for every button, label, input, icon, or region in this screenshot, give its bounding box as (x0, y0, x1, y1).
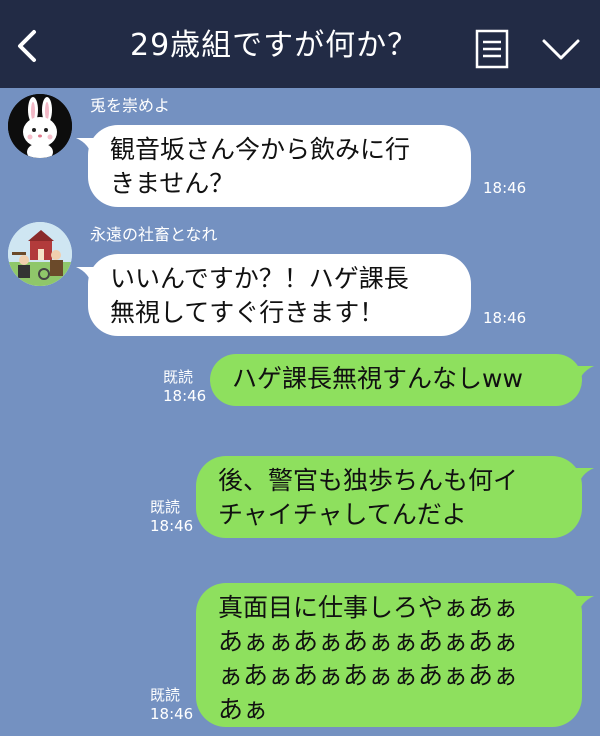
message-line: いいんですか？！ハゲ課長 (110, 264, 409, 293)
sender-name: 兎を崇めよ (90, 96, 171, 115)
message-time: 18:46 (150, 705, 194, 723)
sender-name: 永遠の社畜となれ (90, 225, 218, 244)
chat-title: 29歳組ですが何か？ (130, 28, 419, 63)
message-time: 18:46 (150, 517, 194, 535)
chevron-down-icon (542, 39, 580, 60)
rabbit-avatar[interactable] (8, 94, 72, 158)
message-bubble[interactable]: 真面目に仕事しろやぁあぁ あぁぁあぁあぁぁあぁあぁ ぁあぁあぁあぁぁあぁあぁ あ… (196, 583, 582, 727)
dropdown-button[interactable] (540, 34, 582, 64)
message-line: あぁぁあぁあぁぁあぁあぁ (218, 627, 519, 656)
message-line: 真面目に仕事しろやぁあぁ (218, 593, 519, 622)
bubble-tail (570, 366, 594, 386)
message-line: 無視してすぐ行きます！ (110, 298, 385, 327)
bubble-tail (570, 596, 594, 616)
message-line: 観音坂さん今から飲みに行 (110, 135, 411, 164)
menu-button[interactable] (474, 28, 510, 70)
message-line: あぁ (218, 695, 269, 724)
farm-people-icon (8, 222, 72, 286)
message-bubble[interactable]: いいんですか？！ハゲ課長 無視してすぐ行きます！ (88, 254, 471, 336)
message-line: ぁあぁあぁあぁぁあぁあぁ (218, 661, 519, 690)
message-line: 後、警官も独歩ちんも何イ (218, 466, 519, 495)
message-line: きません？ (110, 169, 235, 198)
message-line: ハゲ課長無視すんなしww (232, 364, 523, 393)
chevron-left-icon (18, 30, 36, 62)
message-time: 18:46 (163, 387, 207, 405)
bubble-tail (570, 468, 594, 488)
farm-people-avatar[interactable] (8, 222, 72, 286)
read-receipt: 既読 (163, 368, 194, 386)
message-bubble[interactable]: 後、警官も独歩ちんも何イ チャイチャしてんだよ (196, 456, 582, 538)
menu-lines-icon (475, 29, 509, 69)
back-button[interactable] (8, 24, 48, 68)
message-bubble[interactable]: ハゲ課長無視すんなしww (210, 354, 582, 406)
message-bubble[interactable]: 観音坂さん今から飲みに行 きません？ (88, 125, 471, 207)
rabbit-icon (8, 94, 72, 158)
read-receipt: 既読 (150, 498, 181, 516)
message-line: チャイチャしてんだよ (218, 500, 467, 529)
message-time: 18:46 (483, 179, 527, 197)
message-time: 18:46 (483, 309, 527, 327)
chat-header: 29歳組ですが何か？ (0, 0, 600, 88)
read-receipt: 既読 (150, 686, 181, 704)
